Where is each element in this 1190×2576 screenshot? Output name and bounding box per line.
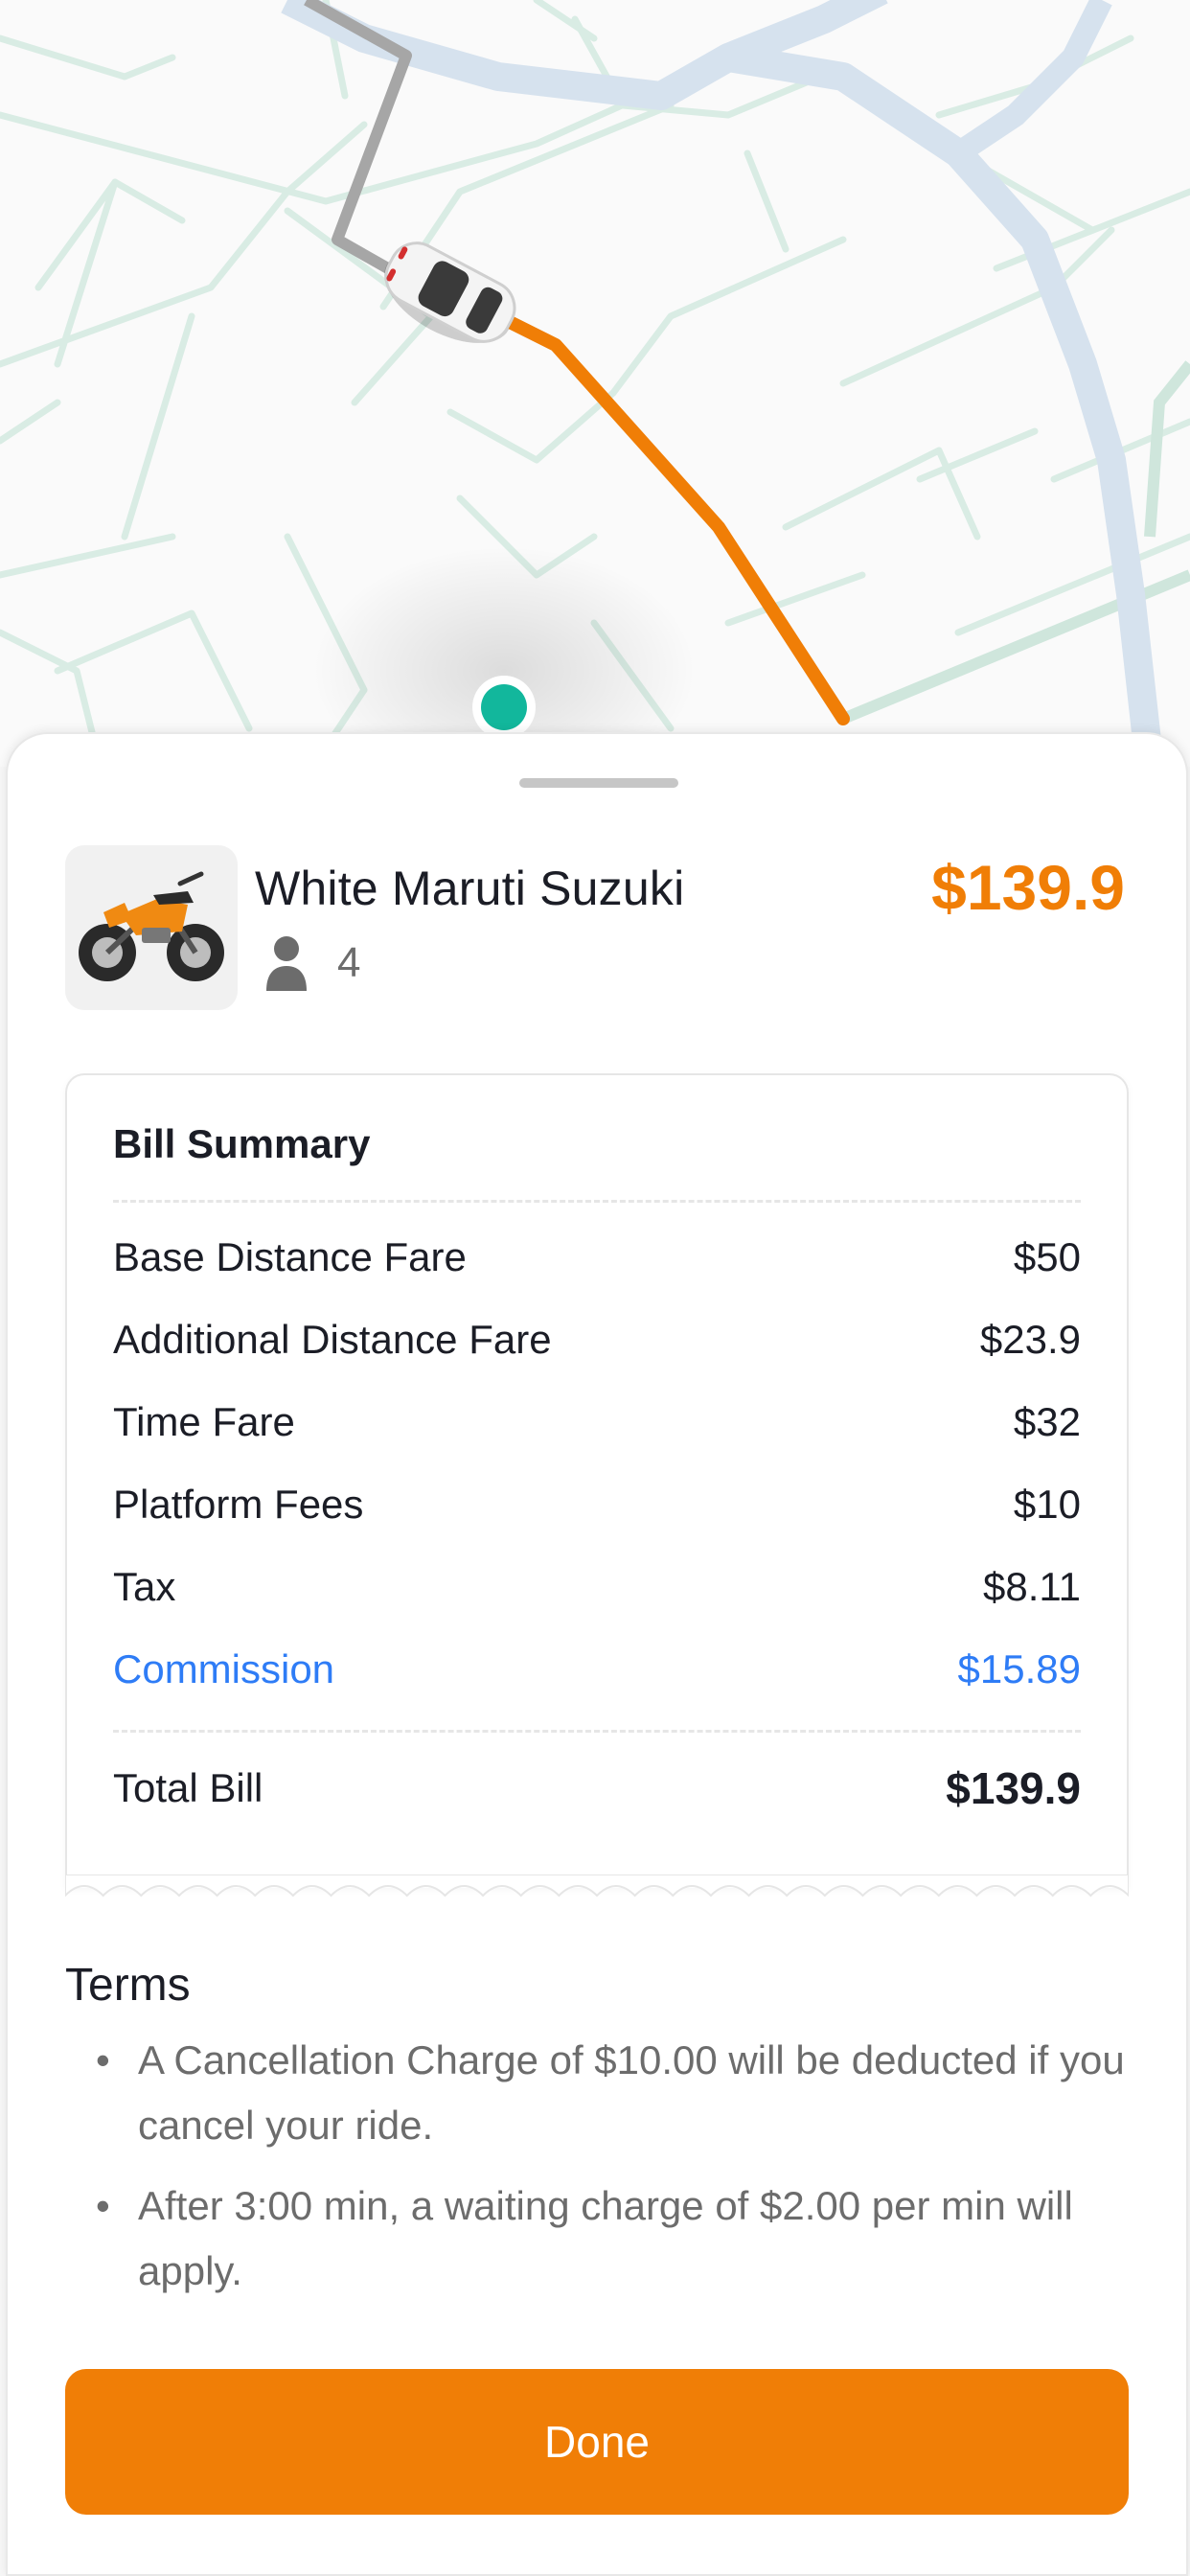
seat-count-value: 4 <box>337 939 361 986</box>
bill-row-label: Time Fare <box>113 1399 295 1444</box>
bill-row-label: Tax <box>113 1564 176 1609</box>
person-icon <box>266 936 307 991</box>
terms-item-text: A Cancellation Charge of $10.00 will be … <box>138 2037 1125 2148</box>
done-button[interactable]: Done <box>65 2369 1129 2515</box>
terms-item: • A Cancellation Charge of $10.00 will b… <box>96 2028 1140 2158</box>
total-bill-value: $139.9 <box>946 1763 1081 1813</box>
bill-row-value: $15.89 <box>957 1646 1081 1691</box>
car-icon <box>384 242 516 343</box>
ride-summary-sheet: White Maruti Suzuki 4 $139.9 Bill Summar… <box>6 732 1188 2576</box>
bill-row-value: $50 <box>1013 1234 1081 1279</box>
bill-row-base-distance-fare: Base Distance Fare $50 <box>113 1229 1081 1286</box>
bill-row-value: $23.9 <box>979 1317 1081 1362</box>
bill-summary-card: Bill Summary Base Distance Fare $50 Addi… <box>65 1073 1129 1898</box>
vehicle-name: White Maruti Suzuki <box>255 862 685 915</box>
bill-row-commission[interactable]: Commission $15.89 <box>113 1641 1081 1698</box>
route-map[interactable] <box>0 0 1190 767</box>
bill-row-label: Base Distance Fare <box>113 1234 467 1279</box>
total-bill-label: Total Bill <box>113 1765 263 1810</box>
motorbike-icon <box>79 871 224 981</box>
bill-row-total: Total Bill $139.9 <box>113 1760 1081 1817</box>
terms-item: • After 3:00 min, a waiting charge of $2… <box>96 2174 1140 2304</box>
ride-price: $139.9 <box>931 852 1125 923</box>
bill-divider <box>113 1200 1081 1203</box>
bill-row-value: $32 <box>1013 1399 1081 1444</box>
receipt-edge <box>65 1874 1129 1898</box>
bill-row-time-fare: Time Fare $32 <box>113 1393 1081 1451</box>
terms-title: Terms <box>65 1960 191 2011</box>
bill-row-label: Platform Fees <box>113 1482 364 1527</box>
vehicle-thumbnail <box>65 845 238 1010</box>
bill-row-value: $8.11 <box>983 1564 1081 1609</box>
bill-row-platform-fees: Platform Fees $10 <box>113 1476 1081 1533</box>
sheet-drag-handle[interactable] <box>519 778 678 788</box>
bill-divider <box>113 1730 1081 1733</box>
bullet: • <box>96 2183 110 2228</box>
bill-row-tax: Tax $8.11 <box>113 1558 1081 1616</box>
bullet: • <box>96 2037 110 2082</box>
bill-row-value: $10 <box>1013 1482 1081 1527</box>
bill-row-label[interactable]: Commission <box>113 1646 334 1692</box>
bill-row-additional-distance-fare: Additional Distance Fare $23.9 <box>113 1311 1081 1368</box>
seat-count: 4 <box>264 935 360 991</box>
terms-item-text: After 3:00 min, a waiting charge of $2.0… <box>138 2183 1073 2293</box>
bill-row-label: Additional Distance Fare <box>113 1317 552 1362</box>
bill-summary-title: Bill Summary <box>113 1121 371 1166</box>
